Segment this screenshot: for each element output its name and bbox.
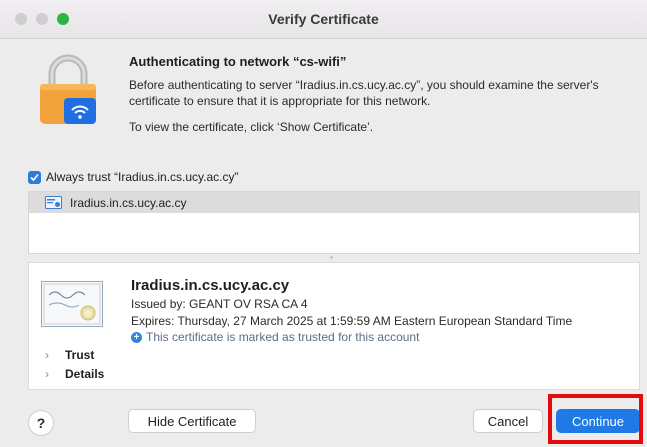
- title-bar: Verify Certificate: [0, 0, 647, 39]
- details-section-label: Details: [65, 367, 105, 381]
- continue-highlight-box: [548, 394, 643, 444]
- certificate-list-label: Iradius.in.cs.ucy.ac.cy: [70, 195, 187, 210]
- certificate-icon: [41, 281, 103, 327]
- window-title: Verify Certificate: [268, 11, 379, 27]
- chevron-right-icon: ›: [45, 348, 49, 362]
- certificate-name: Iradius.in.cs.ucy.ac.cy: [131, 277, 290, 294]
- cancel-button[interactable]: Cancel: [473, 409, 543, 433]
- dialog-description: Before authenticating to server “Iradius…: [129, 78, 599, 108]
- hide-certificate-button[interactable]: Hide Certificate: [128, 409, 256, 433]
- certificate-icon: [45, 196, 62, 209]
- plus-circle-icon: +: [131, 331, 142, 343]
- verify-certificate-window: Verify Certificate Authenticating to net…: [0, 0, 647, 447]
- trust-disclosure[interactable]: › Trust: [45, 348, 94, 362]
- always-trust-row[interactable]: Always trust “Iradius.in.cs.ucy.ac.cy”: [28, 169, 239, 185]
- certificate-issuer: Issued by: GEANT OV RSA CA 4: [131, 297, 308, 311]
- pane-splitter[interactable]: [330, 256, 333, 259]
- certificate-chain-list: Iradius.in.cs.ucy.ac.cy: [28, 191, 640, 254]
- always-trust-checkbox[interactable]: [28, 170, 41, 184]
- checkmark-icon: [30, 173, 39, 181]
- dialog-heading: Authenticating to network “cs-wifi”: [129, 54, 347, 69]
- trusted-status-row: + This certificate is marked as trusted …: [131, 330, 419, 344]
- help-button[interactable]: ?: [28, 410, 54, 436]
- always-trust-label: Always trust “Iradius.in.cs.ucy.ac.cy”: [46, 170, 239, 184]
- trust-section-label: Trust: [65, 348, 95, 362]
- trusted-status-text: This certificate is marked as trusted fo…: [146, 330, 420, 344]
- lock-wifi-icon: [40, 54, 96, 124]
- chevron-right-icon: ›: [45, 367, 49, 381]
- certificate-expiry: Expires: Thursday, 27 March 2025 at 1:59…: [131, 314, 573, 328]
- certificate-details-panel: Iradius.in.cs.ucy.ac.cy Issued by: GEANT…: [28, 262, 640, 390]
- details-disclosure[interactable]: › Details: [45, 367, 104, 381]
- dialog-hint: To view the certificate, click ‘Show Cer…: [129, 120, 374, 134]
- list-item[interactable]: Iradius.in.cs.ucy.ac.cy: [29, 192, 639, 213]
